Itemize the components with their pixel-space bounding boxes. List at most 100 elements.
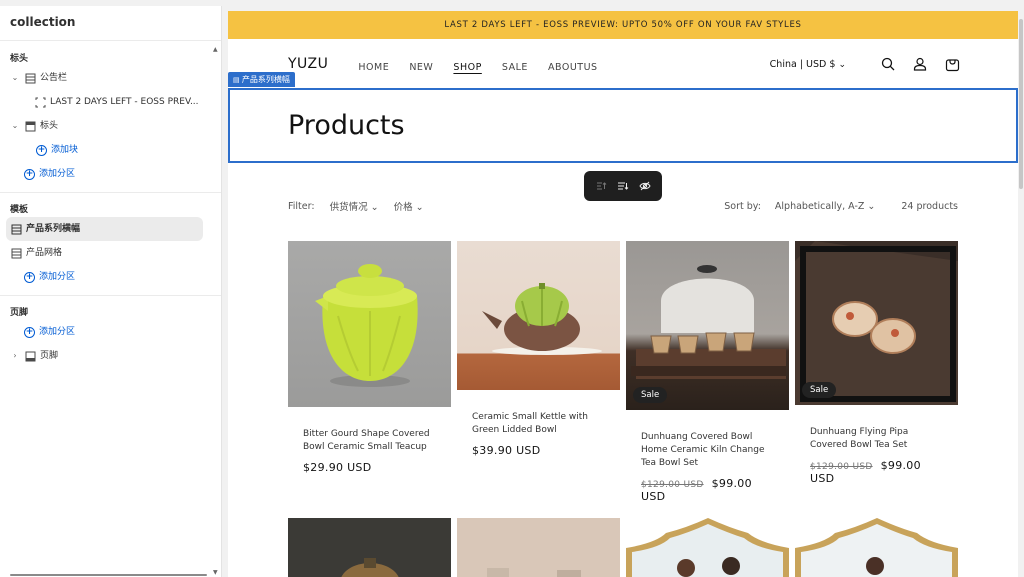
section-icon — [10, 247, 22, 259]
selected-section-tag: ▤ 产品系列横幅 — [228, 72, 295, 87]
header-group-heading: 标头 — [10, 54, 29, 64]
sidebar-item-footer[interactable]: › 页脚 — [0, 344, 221, 368]
scroll-up-icon[interactable]: ▲ — [213, 46, 218, 53]
sidebar: collection 标头 ⌄ 公告栏 LAST 2 DAYS LEFT - E… — [0, 6, 222, 577]
product-price: $129.00 USD $99.00 USD — [626, 477, 789, 503]
chevron-down-icon[interactable]: ⌄ — [10, 66, 20, 90]
sidebar-item-label: 产品网格 — [26, 248, 63, 258]
product-image[interactable] — [795, 518, 958, 577]
store-logo[interactable]: YUZU — [288, 56, 328, 72]
move-down-icon[interactable] — [616, 179, 630, 193]
product-title[interactable]: Dunhuang Covered Bowl Home Ceramic Kiln … — [626, 431, 789, 470]
footer-group-heading: 页脚 — [10, 308, 29, 318]
product-image[interactable] — [288, 241, 451, 407]
store-header: YUZU HOME NEW SHOP SALE ABOUTUS China | … — [228, 39, 1018, 89]
product-price: $129.00 USD $99.00 USD — [795, 459, 958, 485]
main-nav: HOME NEW SHOP SALE ABOUTUS — [358, 55, 612, 74]
sidebar-item-collection-banner[interactable]: 产品系列横幅 — [6, 217, 203, 241]
add-block-button[interactable]: + 添加块 — [0, 138, 221, 162]
section-icon: ▤ — [233, 76, 242, 84]
product-image[interactable]: Sale — [626, 241, 789, 410]
plus-circle-icon: + — [24, 271, 35, 283]
add-section-button-header[interactable]: + 添加分区 — [0, 162, 221, 186]
scroll-down-icon[interactable]: ▼ — [213, 569, 218, 576]
scrollbar-thumb[interactable] — [1019, 19, 1023, 189]
filter-price[interactable]: 价格 ⌄ — [394, 199, 424, 213]
template-group: 模板 产品系列横幅 产品网格 + 添加分区 — [0, 193, 221, 296]
product-price: $39.90 USD — [457, 444, 620, 457]
filter-label: Filter: — [288, 200, 315, 212]
cart-icon[interactable] — [944, 56, 960, 72]
account-icon[interactable] — [912, 56, 928, 72]
nav-home[interactable]: HOME — [358, 62, 389, 73]
search-icon[interactable] — [880, 56, 896, 72]
product-image[interactable]: Sale — [795, 241, 958, 405]
sidebar-item-header[interactable]: ⌄ 标头 — [0, 114, 221, 138]
chevron-down-icon[interactable]: ⌄ — [10, 114, 20, 138]
sidebar-item-announcement-block[interactable]: LAST 2 DAYS LEFT - EOSS PREV... — [0, 90, 221, 114]
add-section-button-footer[interactable]: + 添加分区 — [0, 320, 221, 344]
sidebar-sections: 标头 ⌄ 公告栏 LAST 2 DAYS LEFT - EOSS PREV...… — [0, 42, 221, 577]
sidebar-horizontal-scrollbar[interactable] — [10, 574, 207, 576]
theme-editor: collection 标头 ⌄ 公告栏 LAST 2 DAYS LEFT - E… — [0, 0, 1024, 577]
footer-icon — [24, 350, 36, 362]
section-icon — [10, 223, 22, 235]
compare-price: $129.00 USD — [641, 480, 704, 490]
add-section-label: 添加分区 — [39, 169, 76, 179]
filter-price-label: 价格 — [393, 202, 413, 213]
locale-selector[interactable]: China | USD $ ⌄ — [770, 59, 846, 70]
filter-bar: Filter: 供货情况 ⌄ 价格 ⌄ Sort by: Alphabetica… — [288, 197, 958, 215]
product-card[interactable] — [626, 518, 789, 577]
header-group: 标头 ⌄ 公告栏 LAST 2 DAYS LEFT - EOSS PREV...… — [0, 42, 221, 193]
product-title[interactable]: Dunhuang Flying Pipa Covered Bowl Tea Se… — [795, 426, 958, 452]
product-image[interactable] — [457, 518, 620, 577]
add-section-label: 添加分区 — [39, 272, 76, 282]
sidebar-scrollbar[interactable]: ▲ ▼ — [213, 46, 219, 576]
sidebar-item-label: LAST 2 DAYS LEFT - EOSS PREV... — [50, 97, 199, 107]
collection-banner[interactable]: Products — [228, 88, 1018, 163]
product-title[interactable]: Bitter Gourd Shape Covered Bowl Ceramic … — [288, 428, 451, 454]
chevron-right-icon[interactable]: › — [10, 344, 20, 368]
nav-aboutus[interactable]: ABOUTUS — [548, 62, 598, 73]
product-card[interactable] — [288, 518, 451, 577]
hide-eye-icon[interactable] — [638, 179, 652, 193]
product-card[interactable] — [795, 518, 958, 577]
add-section-label: 添加分区 — [39, 327, 76, 337]
product-image[interactable] — [288, 518, 451, 577]
footer-group: 页脚 + 添加分区 › 页脚 — [0, 296, 221, 374]
add-block-label: 添加块 — [51, 145, 79, 155]
chevron-down-icon: ⌄ — [838, 59, 846, 70]
header-icon — [24, 120, 36, 132]
filter-availability[interactable]: 供货情况 ⌄ — [330, 199, 379, 213]
product-card[interactable] — [457, 518, 620, 577]
section-icon — [24, 72, 36, 84]
filter-availability-label: 供货情况 — [329, 202, 368, 213]
sidebar-item-label: 产品系列横幅 — [26, 224, 81, 234]
product-card[interactable]: Ceramic Small Kettle with Green Lidded B… — [457, 241, 620, 457]
sort-select[interactable]: Alphabetically, A-Z ⌄ — [775, 201, 875, 212]
chevron-down-icon: ⌄ — [415, 202, 424, 213]
section-tag-label: 产品系列横幅 — [241, 75, 290, 84]
nav-shop[interactable]: SHOP — [453, 62, 481, 73]
move-up-icon[interactable] — [594, 179, 608, 193]
locale-label: China | USD $ — [769, 58, 836, 70]
product-title[interactable]: Ceramic Small Kettle with Green Lidded B… — [457, 411, 620, 437]
add-section-button-template[interactable]: + 添加分区 — [0, 265, 221, 289]
sidebar-title: collection — [0, 6, 221, 41]
product-card[interactable]: Sale Dunhuang Flying Pipa Covered Bowl T… — [795, 241, 958, 485]
preview-scrollbar[interactable] — [1018, 11, 1024, 577]
sidebar-item-announcement[interactable]: ⌄ 公告栏 — [0, 66, 221, 90]
product-image[interactable] — [457, 241, 620, 390]
sort-value: Alphabetically, A-Z — [774, 200, 865, 212]
product-card[interactable]: Sale Dunhuang Covered Bowl Home Ceramic … — [626, 241, 789, 503]
sort-label: Sort by: — [724, 200, 761, 212]
announcement-bar[interactable]: LAST 2 DAYS LEFT - EOSS PREVIEW: UPTO 50… — [228, 11, 1018, 39]
sidebar-item-product-grid[interactable]: 产品网格 — [0, 241, 221, 265]
page-title: Products — [288, 110, 405, 141]
product-image[interactable] — [626, 518, 789, 577]
nav-new[interactable]: NEW — [409, 62, 433, 73]
product-card[interactable]: Bitter Gourd Shape Covered Bowl Ceramic … — [288, 241, 451, 474]
header-actions: China | USD $ ⌄ — [770, 39, 960, 89]
sidebar-item-label: 页脚 — [40, 351, 59, 361]
nav-sale[interactable]: SALE — [502, 62, 528, 73]
